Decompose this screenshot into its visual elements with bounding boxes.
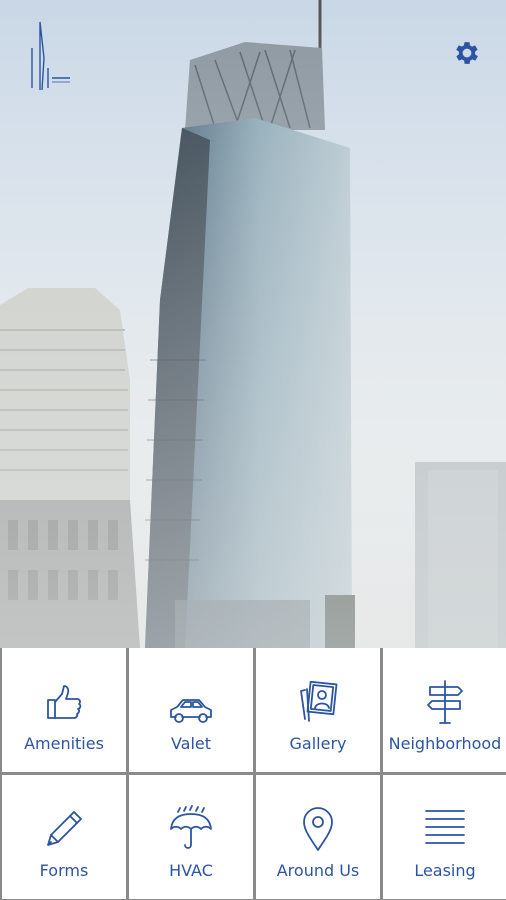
tile-amenities[interactable]: Amenities [2, 648, 126, 772]
umbrella-icon [161, 803, 221, 855]
signpost-icon [415, 676, 475, 728]
photo-gallery-icon [288, 676, 348, 728]
gear-icon[interactable] [452, 38, 482, 68]
lines-icon [415, 803, 475, 855]
tile-gallery[interactable]: Gallery [256, 648, 380, 772]
location-pin-icon [288, 803, 348, 855]
tower-logo-icon [31, 21, 70, 91]
building-photo [0, 0, 506, 648]
tile-label: Around Us [276, 861, 360, 880]
tile-forms[interactable]: Forms [2, 775, 126, 899]
tile-label: Forms [39, 861, 89, 880]
tile-hvac[interactable]: HVAC [129, 775, 253, 899]
tile-label: Amenities [24, 734, 104, 753]
hero-building-image [0, 0, 506, 648]
pencil-icon [34, 803, 94, 855]
tile-label: Leasing [414, 861, 476, 880]
tile-valet[interactable]: Valet [129, 648, 253, 772]
tile-label: Valet [170, 734, 212, 753]
car-icon [161, 676, 221, 728]
tile-label: Gallery [289, 734, 347, 753]
tile-leasing[interactable]: Leasing [383, 775, 506, 899]
thumbs-up-icon [34, 676, 94, 728]
tile-around-us[interactable]: Around Us [256, 775, 380, 899]
tile-label: HVAC [169, 861, 213, 880]
tile-label: Neighborhood [388, 734, 502, 753]
menu-grid: Amenities Valet Gallery Neighborhood For… [0, 648, 506, 900]
tile-neighborhood[interactable]: Neighborhood [383, 648, 506, 772]
app-screen: Amenities Valet Gallery Neighborhood For… [0, 0, 506, 900]
